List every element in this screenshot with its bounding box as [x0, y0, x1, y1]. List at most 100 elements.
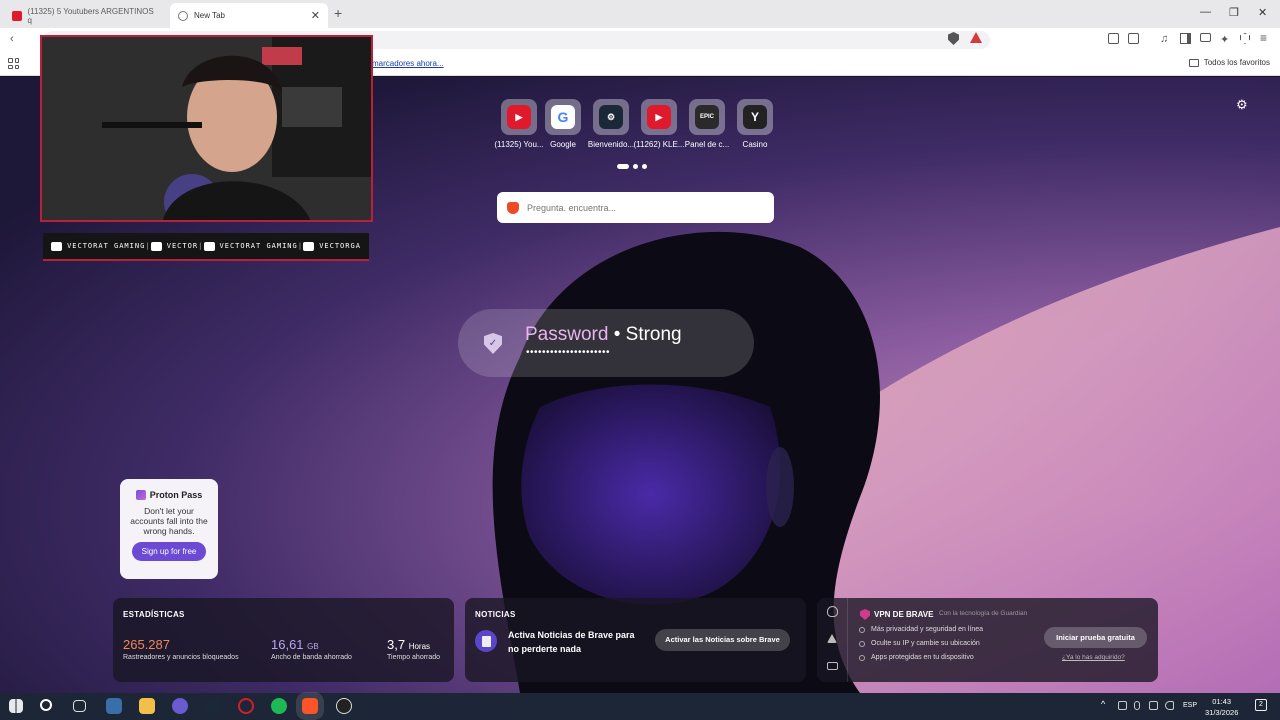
- vpn-already-purchased-link[interactable]: ¿Ya lo has adquirido?: [1062, 654, 1125, 661]
- activate-news-button[interactable]: Activar las Noticias sobre Brave: [655, 629, 790, 651]
- stats-title: ESTADÍSTICAS: [123, 610, 185, 619]
- opera-icon[interactable]: [238, 698, 254, 714]
- folder-icon: [1188, 58, 1199, 67]
- proton-pass-card: Proton Pass Don't let your accounts fall…: [120, 479, 218, 579]
- casino-icon: Y: [743, 105, 767, 129]
- language-indicator[interactable]: ESP: [1183, 702, 1197, 709]
- wallet-icon[interactable]: [1128, 33, 1139, 44]
- tab-youtube[interactable]: (11325) 5 Youtubers ARGENTINOS q: [4, 3, 162, 28]
- webcam-image: [42, 37, 371, 220]
- social-links-bar: VECTORAT GAMING | VECTOR | VECTORAT GAMI…: [43, 233, 369, 261]
- youtube-icon: [51, 241, 63, 251]
- check-circle-icon: [859, 640, 865, 647]
- shield-check-icon: ✓: [484, 333, 502, 354]
- vpn-card: VPN DE BRAVE Con la tecnología de Guardi…: [817, 598, 1158, 682]
- time-value: 3,7 Horas: [387, 637, 431, 652]
- top-sites-pager[interactable]: [617, 164, 647, 169]
- menu-icon[interactable]: ≡: [1260, 31, 1267, 45]
- vpn-icon[interactable]: [1240, 33, 1250, 44]
- password-title: Password • Strong: [525, 324, 682, 345]
- tray-app-icon[interactable]: [1118, 701, 1127, 710]
- news-text: Activa Noticias de Brave para no perdert…: [508, 630, 635, 654]
- ntp-search-box[interactable]: [497, 192, 774, 223]
- close-window-button[interactable]: ✕: [1258, 6, 1267, 19]
- social-item: VECTORGA: [303, 241, 361, 251]
- epic-games-icon: EPIC: [695, 105, 719, 129]
- top-site-tile[interactable]: Y Casino: [724, 99, 786, 149]
- close-tab-icon[interactable]: ✕: [311, 9, 320, 22]
- leo-ai-icon[interactable]: ✦: [1220, 33, 1229, 46]
- tab-title: (11325) 5 Youtubers ARGENTINOS q: [27, 6, 154, 25]
- proton-logo-icon: [135, 490, 146, 500]
- google-icon: G: [551, 105, 575, 129]
- social-item: VECTORAT GAMING: [51, 241, 145, 251]
- brave-rewards-icon[interactable]: [970, 32, 982, 43]
- start-icon[interactable]: [9, 699, 23, 713]
- network-icon[interactable]: [1149, 701, 1158, 710]
- brave-icon[interactable]: [302, 698, 318, 714]
- chevron-up-icon[interactable]: ^: [1101, 699, 1110, 709]
- vpn-feature: Oculte su IP y cambie su ubicación: [859, 640, 980, 647]
- vpn-feature: Apps protegidas en tu dispositivo: [859, 654, 974, 661]
- vpn-shield-icon: [860, 609, 870, 620]
- news-card: NOTICIAS Activa Noticias de Brave para n…: [465, 598, 806, 682]
- app-icon[interactable]: [106, 698, 122, 714]
- windows-taskbar: ^ ESP 01:43 31/3/2026 2: [0, 693, 1280, 720]
- search-input[interactable]: [527, 202, 757, 213]
- check-circle-icon: [859, 626, 865, 633]
- tab-title: New Tab: [194, 11, 225, 20]
- bandwidth-label: Ancho de banda ahorrado: [271, 654, 352, 661]
- file-explorer-icon[interactable]: [139, 698, 155, 714]
- trackers-label: Rastreadores y anuncios bloqueados: [123, 654, 239, 661]
- tab-strip: (11325) 5 Youtubers ARGENTINOS q New Tab…: [0, 0, 1280, 28]
- clock[interactable]: 01:43 31/3/2026: [1205, 696, 1238, 718]
- spotify-icon[interactable]: [271, 698, 287, 714]
- widget-rail: [817, 598, 848, 682]
- obs-icon[interactable]: [336, 698, 352, 714]
- wallet-card-icon[interactable]: [1200, 33, 1211, 42]
- stats-card: ESTADÍSTICAS 265.287 Rastreadores y anun…: [113, 598, 454, 682]
- password-strength-widget: ✓ Password • Strong ••••••••••••••••••••…: [458, 309, 754, 377]
- import-bookmarks-link[interactable]: marcadores ahora...: [372, 59, 444, 68]
- discord-icon[interactable]: [172, 698, 188, 714]
- tab-new-tab[interactable]: New Tab ✕: [170, 3, 328, 28]
- youtube-icon: [12, 10, 22, 21]
- new-tab-button[interactable]: +: [334, 5, 342, 21]
- back-icon[interactable]: ‹: [10, 33, 14, 45]
- proton-text: Don't let your accounts fall into the wr…: [130, 506, 208, 536]
- favorites-folder[interactable]: Todos los favoritos: [1188, 58, 1270, 67]
- extensions-icon[interactable]: [1108, 33, 1119, 44]
- globe-icon: [178, 10, 188, 21]
- volume-icon[interactable]: [1165, 701, 1174, 710]
- social-item: VECTOR: [150, 241, 198, 251]
- notifications-icon[interactable]: 2: [1255, 699, 1267, 711]
- restore-button[interactable]: ❐: [1229, 6, 1239, 19]
- steam-icon[interactable]: [205, 698, 221, 714]
- proton-brand: Proton Pass: [120, 490, 218, 500]
- cards-rail-icon[interactable]: [827, 662, 838, 670]
- webcam-overlay: [40, 35, 373, 222]
- rewards-rail-icon[interactable]: [827, 634, 837, 643]
- gear-icon[interactable]: ⚙: [1236, 97, 1248, 113]
- task-view-icon[interactable]: [73, 700, 86, 712]
- apps-grid-icon[interactable]: [8, 58, 19, 69]
- youtube-icon: ▶: [647, 105, 671, 129]
- instagram-icon: [303, 241, 315, 251]
- vpn-rail-icon[interactable]: [827, 606, 838, 617]
- music-icon[interactable]: ♫: [1160, 33, 1168, 45]
- twitch-icon: [150, 241, 162, 251]
- brave-lion-icon: [507, 201, 519, 214]
- proton-signup-button[interactable]: Sign up for free: [132, 542, 206, 561]
- password-dots: •••••••••••••••••••••: [526, 347, 611, 358]
- bandwidth-value: 16,61 GB: [271, 637, 319, 652]
- vpn-powered-by: Con la tecnología de Guardian: [939, 610, 1028, 617]
- minimize-button[interactable]: —: [1200, 6, 1211, 18]
- vpn-trial-button[interactable]: Iniciar prueba gratuita: [1044, 627, 1147, 648]
- top-site-label: Casino: [742, 140, 768, 149]
- steam-icon: ⚙: [599, 105, 623, 129]
- vpn-title: VPN DE BRAVE: [874, 610, 934, 619]
- sidebar-icon[interactable]: [1180, 33, 1191, 44]
- microphone-icon[interactable]: [1134, 701, 1140, 710]
- twitter-icon: [203, 241, 215, 251]
- search-icon[interactable]: [40, 699, 52, 711]
